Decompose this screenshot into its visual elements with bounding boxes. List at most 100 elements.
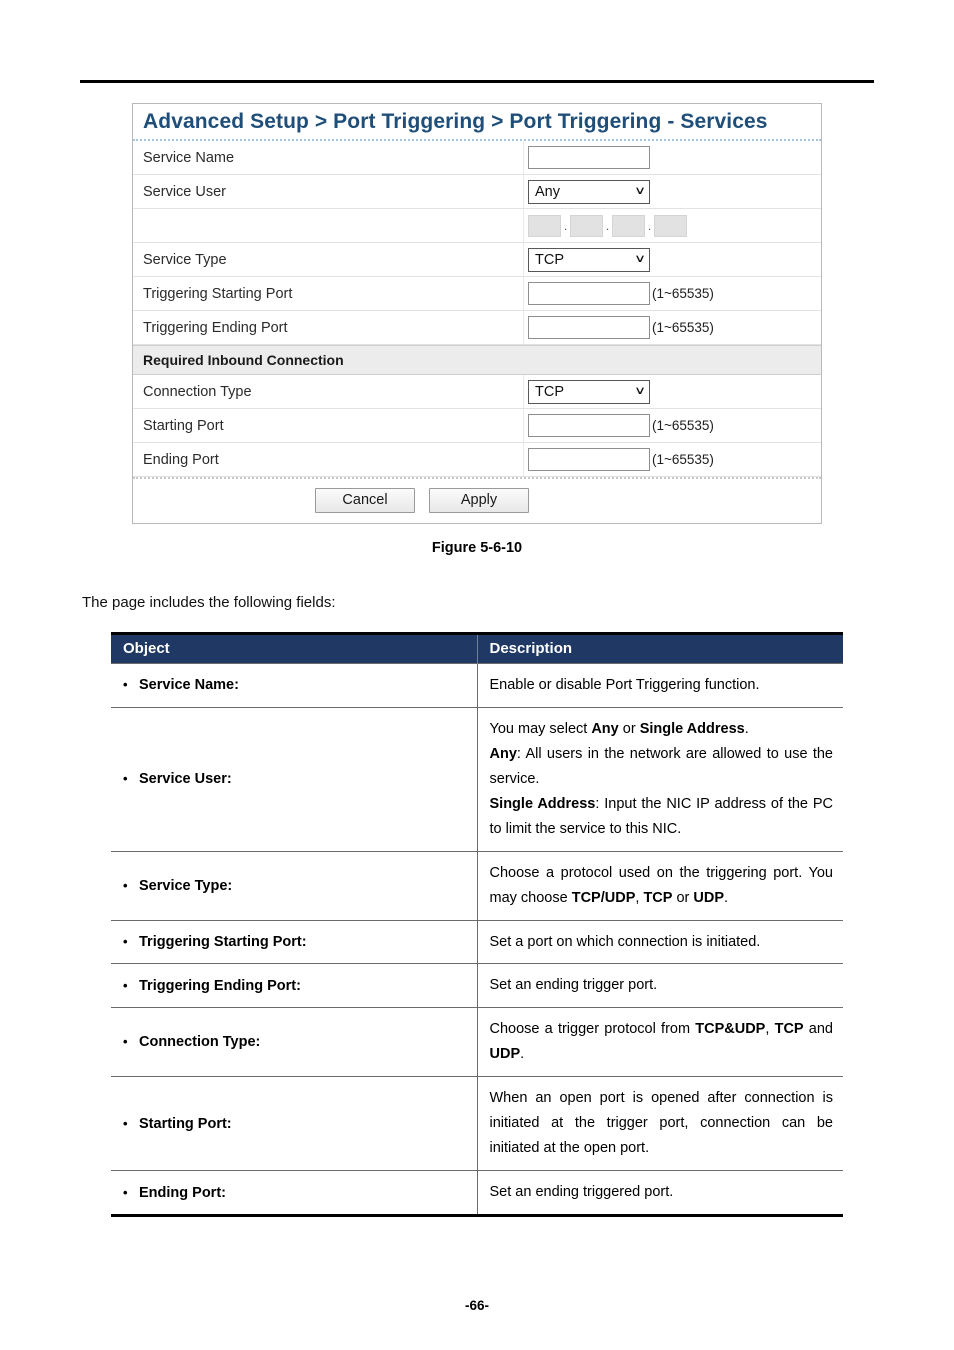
form-row-service-user: Service User Any ∨ xyxy=(133,175,821,209)
service-type-selected-value: TCP xyxy=(535,251,564,268)
field-service-type: TCP ∨ xyxy=(523,243,821,276)
table-cell-object: • Connection Type: xyxy=(111,1007,478,1078)
table-cell-description: Enable or disable Port Triggering functi… xyxy=(477,663,843,708)
form-row-service-name: Service Name xyxy=(133,141,821,175)
bullet-line: • Service User: xyxy=(123,771,467,787)
table-cell-object: • Service Name: xyxy=(111,663,478,708)
cancel-button[interactable]: Cancel xyxy=(315,488,415,513)
field-connection-type: TCP ∨ xyxy=(523,375,821,408)
field-service-user: Any ∨ xyxy=(523,175,821,208)
ending-port-input[interactable] xyxy=(528,448,650,471)
table-cell-object: • Ending Port: xyxy=(111,1170,478,1216)
table-cell-object: • Starting Port: xyxy=(111,1076,478,1172)
section-header-label: Required Inbound Connection xyxy=(143,352,344,368)
object-label: Service Name: xyxy=(139,677,239,694)
triggering-ending-port-input[interactable] xyxy=(528,316,650,339)
ip-separator-2: . xyxy=(605,218,610,233)
bullet-line: • Service Type: xyxy=(123,878,467,894)
field-triggering-ending-port: (1~65535) xyxy=(523,311,821,344)
chevron-down-icon: ∨ xyxy=(633,385,647,397)
table-cell-description: Choose a trigger protocol from TCP&UDP, … xyxy=(477,1007,843,1078)
table-cell-object: • Triggering Ending Port: xyxy=(111,963,478,1009)
column-header-object: Object xyxy=(111,633,478,664)
table-row: • Starting Port: When an open port is open… xyxy=(111,1076,843,1172)
form-row-triggering-ending-port: Triggering Ending Port (1~65535) xyxy=(133,311,821,345)
ip-separator-3: . xyxy=(647,218,652,233)
field-ip-address: . . . xyxy=(523,209,821,242)
table-row: • Triggering Starting Port: Set a port on … xyxy=(111,919,843,965)
table-row: • Service Name: Enable or disable Port Tri… xyxy=(111,663,843,708)
table-cell-description: Set an ending triggered port. xyxy=(477,1170,843,1216)
ip-octet-1[interactable] xyxy=(528,214,561,237)
service-user-select[interactable]: Any ∨ xyxy=(528,179,650,204)
triggering-starting-port-input[interactable] xyxy=(528,282,650,305)
bullet-line: • Connection Type: xyxy=(123,1034,467,1050)
table-cell-object: • Triggering Starting Port: xyxy=(111,919,478,965)
object-label: Triggering Starting Port: xyxy=(139,933,307,950)
triggering-starting-port-hint: (1~65535) xyxy=(652,286,714,301)
service-type-select[interactable]: TCP ∨ xyxy=(528,247,650,272)
label-service-name: Service Name xyxy=(143,149,235,166)
label-starting-port: Starting Port xyxy=(143,417,224,434)
label-triggering-ending-port: Triggering Ending Port xyxy=(143,319,288,336)
form-row-service-type: Service Type TCP ∨ xyxy=(133,243,821,277)
connection-type-select[interactable]: TCP ∨ xyxy=(528,379,650,404)
bullet-icon: • xyxy=(123,771,128,787)
table-row: • Connection Type: Choose a trigger protoc… xyxy=(111,1007,843,1078)
figure-caption: Figure 5-6-10 xyxy=(431,540,523,556)
bullet-icon: • xyxy=(123,877,128,893)
object-label: Service Type: xyxy=(139,877,233,894)
service-user-selected-value: Any xyxy=(535,183,560,200)
bullet-icon: • xyxy=(123,1034,128,1050)
object-label: Service User: xyxy=(139,771,232,788)
column-header-description: Description xyxy=(477,633,843,664)
field-triggering-starting-port: (1~65535) xyxy=(523,277,821,310)
table-cell-object: • Service Type: xyxy=(111,850,478,921)
table-cell-description: Set a port on which connection is initia… xyxy=(477,919,843,965)
form-actions: Cancel Apply xyxy=(133,477,821,523)
form-row-ip-address: . . . xyxy=(133,209,821,243)
field-service-name xyxy=(523,141,821,174)
bullet-line: • Starting Port: xyxy=(123,1116,467,1132)
table-cell-description: Set an ending trigger port. xyxy=(477,963,843,1009)
bullet-icon: • xyxy=(123,933,128,949)
connection-type-selected-value: TCP xyxy=(535,383,564,400)
starting-port-input[interactable] xyxy=(528,414,650,437)
object-label: Starting Port: xyxy=(139,1115,232,1132)
form-row-connection-type: Connection Type TCP ∨ xyxy=(133,375,821,409)
intro-paragraph: The page includes the following fields: xyxy=(82,594,336,611)
form-row-triggering-starting-port: Triggering Starting Port (1~65535) xyxy=(133,277,821,311)
field-starting-port: (1~65535) xyxy=(523,409,821,442)
label-service-user: Service User xyxy=(143,183,226,200)
page-header-rule xyxy=(80,80,874,83)
ip-separator-1: . xyxy=(563,218,568,233)
form-row-starting-port: Starting Port (1~65535) xyxy=(133,409,821,443)
table-cell-description: Choose a protocol used on the triggering… xyxy=(477,850,843,921)
bullet-line: • Service Name: xyxy=(123,677,467,693)
table-body: • Service Name: Enable or disable Port Tri… xyxy=(111,663,843,1216)
table-row: • Service User: You may select Any or Sing… xyxy=(111,706,843,852)
bullet-icon: • xyxy=(123,1184,128,1200)
bullet-line: • Triggering Starting Port: xyxy=(123,934,467,950)
chevron-down-icon: ∨ xyxy=(633,185,647,197)
starting-port-hint: (1~65535) xyxy=(652,418,714,433)
ip-octet-4[interactable] xyxy=(654,214,687,237)
label-ending-port: Ending Port xyxy=(143,451,219,468)
ip-octet-3[interactable] xyxy=(612,214,645,237)
table-row: • Triggering Ending Port: Set an ending tr… xyxy=(111,963,843,1009)
label-connection-type: Connection Type xyxy=(143,383,252,400)
page-number: -66- xyxy=(464,1298,489,1313)
bullet-icon: • xyxy=(123,1115,128,1131)
ip-octet-2[interactable] xyxy=(570,214,603,237)
field-description-table: Object Description • Service Name: Enable … xyxy=(111,632,843,1217)
apply-button[interactable]: Apply xyxy=(429,488,529,513)
table-header-row: Object Description xyxy=(111,633,843,664)
object-label: Triggering Ending Port: xyxy=(139,977,301,994)
service-name-input[interactable] xyxy=(528,146,650,169)
breadcrumb-title: Advanced Setup > Port Triggering > Port … xyxy=(133,104,821,141)
bullet-line: • Triggering Ending Port: xyxy=(123,978,467,994)
table-cell-description: When an open port is opened after connec… xyxy=(477,1076,843,1172)
bullet-icon: • xyxy=(123,677,128,693)
router-config-screenshot: Advanced Setup > Port Triggering > Port … xyxy=(132,103,822,524)
triggering-ending-port-hint: (1~65535) xyxy=(652,320,714,335)
